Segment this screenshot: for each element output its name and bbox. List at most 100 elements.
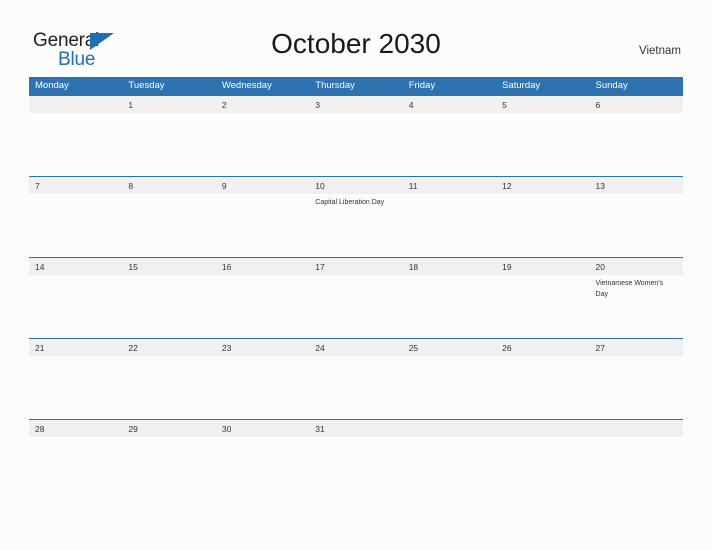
- day-event: Capital Liberation Day: [315, 199, 385, 206]
- day-number: 16: [221, 262, 232, 272]
- day-cell[interactable]: 29: [122, 420, 215, 500]
- day-number: 15: [128, 262, 138, 272]
- day-cell[interactable]: 30: [216, 420, 309, 500]
- day-event: [596, 113, 683, 116]
- day-number: 1: [128, 100, 134, 110]
- day-cell[interactable]: 11: [403, 177, 496, 257]
- calendar-page: General Blue October 2030 Vietnam Monday…: [0, 0, 712, 550]
- day-number: 2: [221, 100, 227, 110]
- day-number: 11: [408, 181, 418, 191]
- day-event: [222, 113, 309, 116]
- day-event: [35, 113, 122, 116]
- day-event: [222, 437, 309, 440]
- day-cell[interactable]: 16: [216, 258, 309, 338]
- calendar-grid: Monday Tuesday Wednesday Thursday Friday…: [29, 77, 683, 500]
- week-row: 14 15 16 17 18 19 20 Vietnamese Women's …: [29, 257, 683, 338]
- day-cell[interactable]: 26: [496, 339, 589, 419]
- day-number: 24: [315, 343, 325, 353]
- day-cell[interactable]: 28: [29, 420, 122, 500]
- day-event: [35, 194, 122, 197]
- day-cell[interactable]: [29, 96, 122, 176]
- day-cell[interactable]: 25: [403, 339, 496, 419]
- day-event: [315, 437, 402, 440]
- day-number: 26: [502, 343, 512, 353]
- day-cell[interactable]: 15: [122, 258, 215, 338]
- day-cell[interactable]: 3: [309, 96, 402, 176]
- day-of-week-header: Monday Tuesday Wednesday Thursday Friday…: [29, 77, 683, 95]
- day-cell[interactable]: 7: [29, 177, 122, 257]
- day-cell[interactable]: 31: [309, 420, 402, 500]
- day-cell[interactable]: 17: [309, 258, 402, 338]
- day-cell[interactable]: 27: [590, 339, 683, 419]
- day-cell[interactable]: 4: [403, 96, 496, 176]
- day-event: [128, 437, 215, 440]
- day-event: [502, 275, 589, 278]
- day-cell[interactable]: [403, 420, 496, 500]
- day-event: [315, 275, 402, 278]
- day-cell[interactable]: 13: [590, 177, 683, 257]
- day-event: [409, 437, 496, 440]
- dow-monday: Monday: [35, 80, 69, 91]
- day-cell[interactable]: 5: [496, 96, 589, 176]
- day-cell[interactable]: 19: [496, 258, 589, 338]
- day-number: 22: [128, 343, 138, 353]
- day-event: Vietnamese Women's Day: [595, 280, 664, 298]
- day-event: [596, 356, 683, 359]
- dow-friday: Friday: [408, 80, 436, 91]
- day-cell[interactable]: 20 Vietnamese Women's Day: [590, 258, 683, 338]
- day-cell[interactable]: [496, 420, 589, 500]
- day-cell[interactable]: 10 Capital Liberation Day: [309, 177, 402, 257]
- day-event: [409, 113, 496, 116]
- day-number: 8: [128, 181, 134, 191]
- day-event: [502, 113, 589, 116]
- day-cell[interactable]: 1: [122, 96, 215, 176]
- day-event: [128, 113, 215, 116]
- day-event: [222, 275, 309, 278]
- day-cell[interactable]: 14: [29, 258, 122, 338]
- day-number: 14: [35, 262, 45, 272]
- week-row: 7 8 9 10 Capital Liberation Day 11 12 13: [29, 176, 683, 257]
- day-event: [409, 194, 496, 197]
- day-cell[interactable]: 18: [403, 258, 496, 338]
- week-row: 28 29 30 31: [29, 419, 683, 500]
- day-number: 30: [221, 424, 232, 434]
- day-event: [502, 437, 589, 440]
- day-event: [35, 275, 122, 278]
- day-event: [128, 356, 215, 359]
- day-event: [409, 275, 496, 278]
- day-number: 17: [315, 262, 325, 272]
- day-event: [502, 356, 589, 359]
- page-title: October 2030: [271, 28, 441, 59]
- country-label: Vietnam: [639, 45, 681, 57]
- day-cell[interactable]: 8: [122, 177, 215, 257]
- day-cell[interactable]: [590, 420, 683, 500]
- day-number: 7: [35, 181, 40, 191]
- day-number: 9: [221, 181, 227, 191]
- day-number: 12: [502, 181, 512, 191]
- day-cell[interactable]: 23: [216, 339, 309, 419]
- week-row: 21 22 23 24 25 26 27: [29, 338, 683, 419]
- day-cell[interactable]: 24: [309, 339, 402, 419]
- day-event: [315, 113, 402, 116]
- day-number: 21: [35, 343, 45, 353]
- dow-sunday: Sunday: [595, 80, 628, 91]
- day-number: 28: [35, 424, 45, 434]
- day-number: 6: [595, 100, 601, 110]
- day-event: [128, 275, 215, 278]
- day-cell[interactable]: 2: [216, 96, 309, 176]
- day-cell[interactable]: 21: [29, 339, 122, 419]
- page-header: General Blue October 2030 Vietnam: [0, 0, 712, 76]
- day-event: [409, 356, 496, 359]
- dow-wednesday: Wednesday: [221, 80, 272, 91]
- day-event: [35, 356, 122, 359]
- day-event: [128, 194, 215, 197]
- day-cell[interactable]: 6: [590, 96, 683, 176]
- day-cell[interactable]: 22: [122, 339, 215, 419]
- day-event: [35, 437, 122, 440]
- day-number: 3: [315, 100, 320, 110]
- week-row: 1 2 3 4 5 6: [29, 95, 683, 176]
- day-event: [502, 194, 589, 197]
- day-cell[interactable]: 9: [216, 177, 309, 257]
- day-event: [315, 356, 402, 359]
- day-cell[interactable]: 12: [496, 177, 589, 257]
